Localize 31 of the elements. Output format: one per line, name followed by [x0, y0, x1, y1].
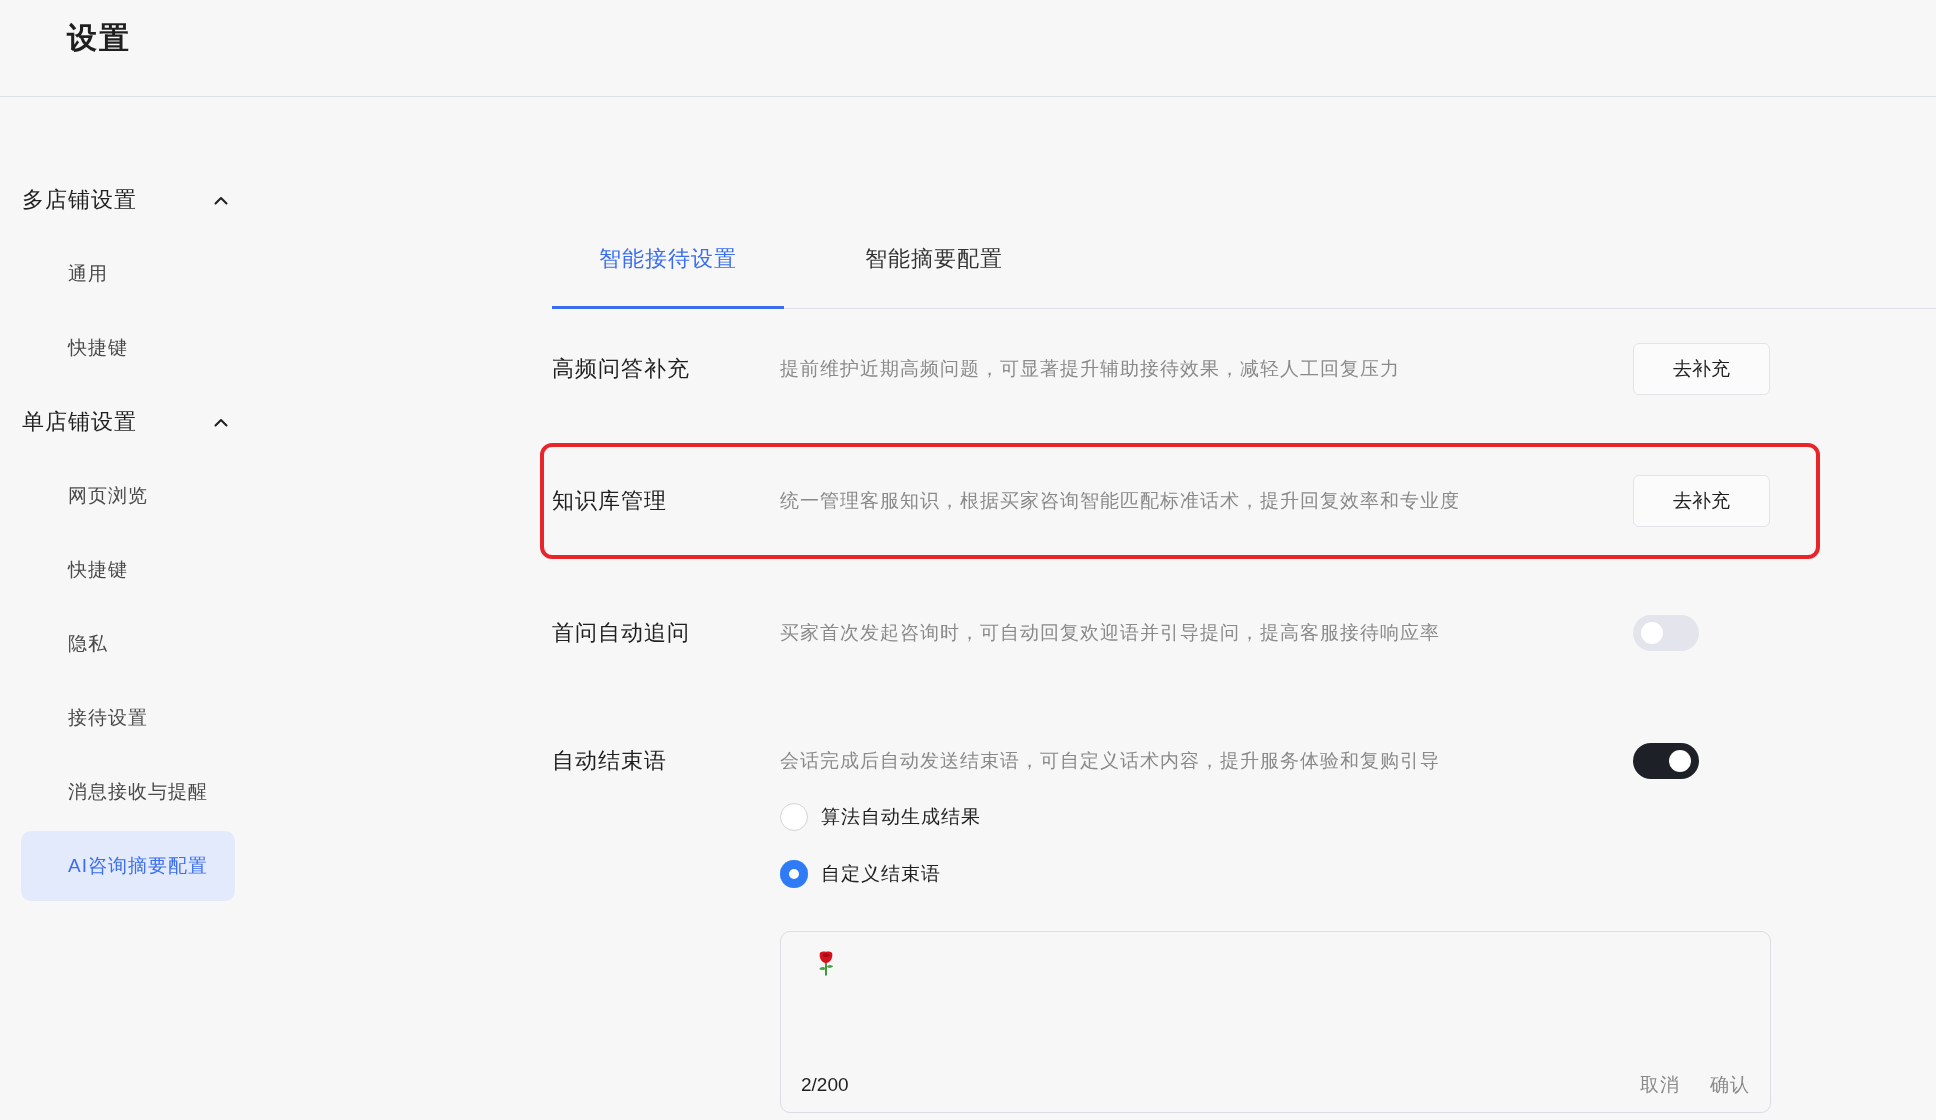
- setting-label: 首问自动追问: [552, 619, 691, 647]
- sidebar-group-header[interactable]: 单店铺设置: [21, 387, 235, 457]
- setting-description: 提前维护近期高频问题，可显著提升辅助接待效果，减轻人工回复压力: [780, 357, 1401, 381]
- radio-button[interactable]: [780, 803, 808, 831]
- toggle-switch[interactable]: [1633, 615, 1699, 651]
- setting-label: 知识库管理: [552, 487, 668, 515]
- sidebar-item[interactable]: 网页浏览: [21, 461, 235, 531]
- radio-label: 自定义结束语: [821, 862, 941, 886]
- setting-label: 高频问答补充: [552, 355, 691, 383]
- sidebar-item[interactable]: 快捷键: [21, 535, 235, 605]
- setting-description: 买家首次发起咨询时，可自动回复欢迎语并引导提问，提高客服接待响应率: [780, 621, 1441, 645]
- radio-label: 算法自动生成结果: [821, 805, 981, 829]
- sidebar-item[interactable]: 接待设置: [21, 683, 235, 753]
- radio-button[interactable]: [780, 860, 808, 888]
- sidebar-item[interactable]: AI咨询摘要配置: [21, 831, 235, 901]
- tab[interactable]: 智能接待设置: [552, 224, 784, 309]
- setting-description: 统一管理客服知识，根据买家咨询智能匹配标准话术，提升回复效率和专业度: [780, 489, 1461, 513]
- char-counter: 2/200: [801, 1074, 849, 1096]
- sidebar-group-header[interactable]: 多店铺设置: [21, 165, 235, 235]
- rose-icon: [817, 950, 835, 976]
- toggle-switch[interactable]: [1633, 743, 1699, 779]
- sidebar-item[interactable]: 快捷键: [21, 313, 235, 383]
- tab[interactable]: 智能摘要配置: [818, 224, 1050, 309]
- action-button[interactable]: 去补充: [1633, 475, 1770, 527]
- setting-description: 会话完成后自动发送结束语，可自定义话术内容，提升服务体验和复购引导: [780, 749, 1441, 773]
- sidebar-item[interactable]: 隐私: [21, 609, 235, 679]
- sidebar-item[interactable]: 消息接收与提醒: [21, 757, 235, 827]
- page-title: 设置: [67, 20, 131, 56]
- sidebar-item[interactable]: 通用: [21, 239, 235, 309]
- action-button[interactable]: 去补充: [1633, 343, 1770, 395]
- setting-label: 自动结束语: [552, 747, 668, 775]
